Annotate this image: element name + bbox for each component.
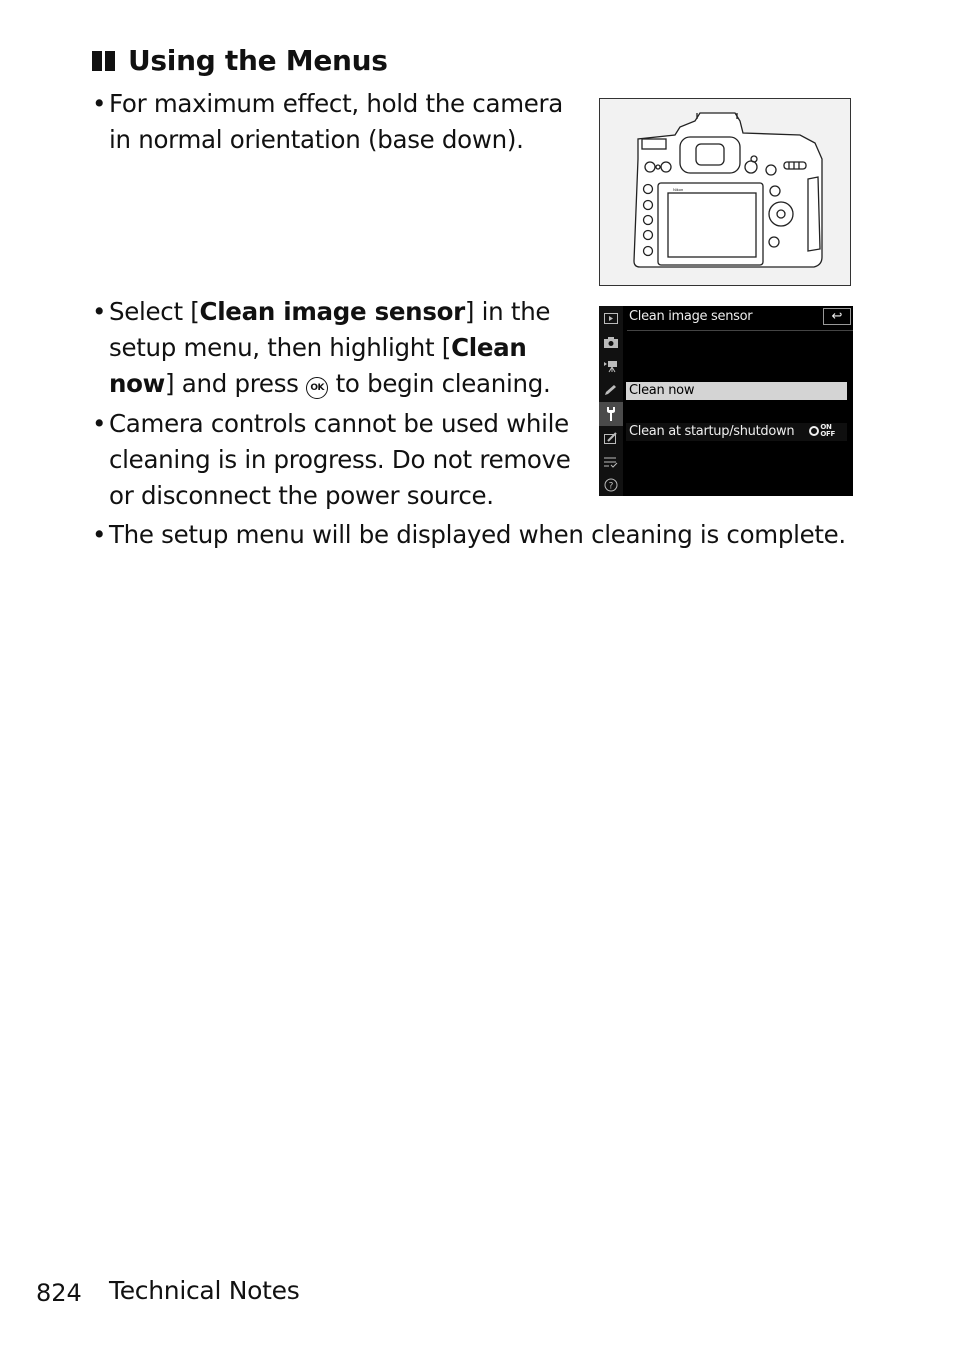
text-run: Select [ [109, 297, 200, 326]
menu-screen-title: Clean image sensor [629, 309, 753, 324]
bullet-item: • Select [Clean image sensor] in the set… [92, 294, 572, 402]
menu-item-reference: Clean image sensor [199, 297, 466, 326]
power-ring-icon [809, 426, 820, 436]
my-menu-icon [599, 450, 623, 474]
playback-icon [599, 306, 623, 330]
section-heading-text: Using the Menus [128, 44, 388, 77]
camera-back-illustration-icon: Nikon [633, 112, 823, 268]
bullet-item: • Camera controls cannot be used while c… [92, 406, 572, 514]
menu-screen-figure: ? Clean image sensor ↩ Clean now Clean a… [599, 306, 853, 496]
bullet-text: For maximum effect, hold the camera in n… [109, 89, 564, 154]
menu-item-label: Clean at startup/shutdown [629, 424, 795, 439]
menu-sidebar: ? [599, 306, 623, 496]
on-off-status-icon: ON OFF [809, 424, 835, 438]
footer-section-title: Technical Notes [109, 1276, 300, 1305]
section-marker-icon [92, 50, 115, 71]
menu-item-clean-now[interactable]: Clean now [626, 382, 847, 400]
bullet-dot: • [92, 520, 107, 549]
bullet-dot: • [92, 297, 107, 326]
ok-button-icon: OK [306, 377, 329, 399]
photo-shooting-icon [599, 330, 623, 354]
back-icon[interactable]: ↩ [823, 308, 851, 325]
bullet-text: Select [Clean image sensor] in the setup… [109, 294, 572, 402]
brand-label: Nikon [673, 187, 683, 192]
bullet-dot: • [92, 89, 107, 118]
page-number: 824 [36, 1279, 82, 1307]
bullet-item: • The setup menu will be displayed when … [92, 517, 892, 553]
bullet-text: The setup menu will be displayed when cl… [109, 520, 846, 549]
setup-icon [599, 402, 623, 426]
custom-settings-icon [599, 378, 623, 402]
section-heading: Using the Menus [92, 44, 388, 77]
bullet-item: • For maximum effect, hold the camera in… [92, 86, 572, 158]
help-icon: ? [599, 473, 623, 496]
menu-title-divider [627, 330, 853, 331]
retouch-icon [599, 426, 623, 450]
camera-back-figure: Nikon [599, 98, 851, 286]
movie-shooting-icon [599, 354, 623, 378]
bullet-dot: • [92, 409, 107, 438]
off-label: OFF [820, 430, 835, 438]
menu-item-label: Clean now [629, 383, 695, 398]
text-run: ] and press [165, 369, 307, 398]
menu-item-clean-at-startup-shutdown[interactable]: Clean at startup/shutdown ON OFF [626, 423, 847, 441]
svg-text:?: ? [609, 482, 614, 492]
text-run: to begin cleaning. [328, 369, 551, 398]
bullet-text: Camera controls cannot be used while cle… [109, 409, 571, 510]
